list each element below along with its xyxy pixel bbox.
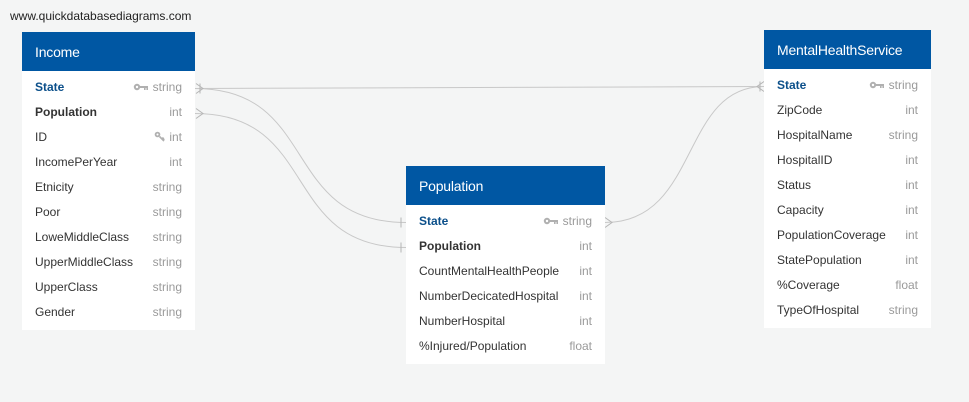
field-name: PopulationCoverage <box>777 227 886 242</box>
field-type: int <box>905 227 918 242</box>
field-name: %Injured/Population <box>419 338 527 353</box>
mental-field-hospitalname[interactable]: HospitalName string <box>764 122 931 147</box>
field-name: TypeOfHospital <box>777 302 860 317</box>
field-name: Gender <box>35 304 76 319</box>
population-table-title: Population <box>419 177 484 194</box>
mental-field-capacity[interactable]: Capacity int <box>764 197 931 222</box>
field-name: Population <box>35 104 97 119</box>
mentalhealthservice-table-title: MentalHealthService <box>777 41 903 58</box>
field-type: string <box>888 127 918 142</box>
field-type: string <box>562 213 592 228</box>
field-type: int <box>905 102 918 117</box>
field-name: StatePopulation <box>777 252 862 267</box>
field-type: string <box>152 179 182 194</box>
income-table[interactable]: Income State string Population int ID in… <box>22 32 195 330</box>
field-type: int <box>905 252 918 267</box>
field-name: NumberDecicatedHospital <box>419 288 559 303</box>
field-type: int <box>579 263 592 278</box>
field-type: int <box>169 154 182 169</box>
population-table[interactable]: Population State string Population int C… <box>406 166 605 364</box>
field-type: int <box>169 129 182 144</box>
field-type: string <box>152 254 182 269</box>
field-name: Etnicity <box>35 179 74 194</box>
field-type: float <box>569 338 592 353</box>
link-population-state-mental-state <box>604 86 765 223</box>
income-table-header[interactable]: Income <box>22 32 195 71</box>
mental-field-populationcoverage[interactable]: PopulationCoverage int <box>764 222 931 247</box>
field-type: int <box>579 288 592 303</box>
link-income-state-population-state <box>194 88 407 223</box>
income-field-lowemiddleclass[interactable]: LoweMiddleClass string <box>22 224 195 249</box>
field-type: int <box>169 104 182 119</box>
field-type: string <box>152 279 182 294</box>
mental-field-status[interactable]: Status int <box>764 172 931 197</box>
population-field-countmentalhealthpeople[interactable]: CountMentalHealthPeople int <box>406 258 605 283</box>
field-type: float <box>895 277 918 292</box>
field-name: HospitalName <box>777 127 853 142</box>
field-name: Poor <box>35 204 61 219</box>
field-type: int <box>579 313 592 328</box>
field-name: UpperClass <box>35 279 98 294</box>
key-icon <box>133 83 149 91</box>
population-field-injured-population[interactable]: %Injured/Population float <box>406 333 605 358</box>
field-name: Status <box>777 177 812 192</box>
field-type: int <box>905 202 918 217</box>
field-name: IncomePerYear <box>35 154 118 169</box>
income-field-poor[interactable]: Poor string <box>22 199 195 224</box>
field-type: string <box>152 79 182 94</box>
field-type: int <box>579 238 592 253</box>
population-field-numberdecicatedhospital[interactable]: NumberDecicatedHospital int <box>406 283 605 308</box>
income-field-uppermiddleclass[interactable]: UpperMiddleClass string <box>22 249 195 274</box>
field-type: string <box>888 302 918 317</box>
field-name: ZipCode <box>777 102 823 117</box>
income-table-title: Income <box>35 43 80 60</box>
population-field-population[interactable]: Population int <box>406 233 605 258</box>
income-field-population[interactable]: Population int <box>22 99 195 124</box>
link-income-population-population-population <box>194 113 407 248</box>
mentalhealthservice-table-header[interactable]: MentalHealthService <box>764 30 931 69</box>
mental-field-hospitalid[interactable]: HospitalID int <box>764 147 931 172</box>
population-field-numberhospital[interactable]: NumberHospital int <box>406 308 605 333</box>
field-type: string <box>888 77 918 92</box>
field-type: string <box>152 304 182 319</box>
field-name: HospitalID <box>777 152 833 167</box>
mental-field-statepopulation[interactable]: StatePopulation int <box>764 247 931 272</box>
field-type: int <box>905 177 918 192</box>
income-field-upperclass[interactable]: UpperClass string <box>22 274 195 299</box>
population-field-state[interactable]: State string <box>406 208 605 233</box>
mentalhealthservice-table[interactable]: MentalHealthService State string ZipCode… <box>764 30 931 328</box>
field-name: %Coverage <box>777 277 840 292</box>
field-name: UpperMiddleClass <box>35 254 134 269</box>
income-field-id[interactable]: ID int <box>22 124 195 149</box>
key-icon <box>154 131 166 142</box>
field-name: LoweMiddleClass <box>35 229 130 244</box>
field-name: CountMentalHealthPeople <box>419 263 560 278</box>
income-field-incomeperyear[interactable]: IncomePerYear int <box>22 149 195 174</box>
field-name: Population <box>419 238 481 253</box>
link-income-state-mental-state <box>194 86 765 89</box>
mental-field-coverage[interactable]: %Coverage float <box>764 272 931 297</box>
mental-field-state[interactable]: State string <box>764 72 931 97</box>
mental-field-zipcode[interactable]: ZipCode int <box>764 97 931 122</box>
income-field-gender[interactable]: Gender string <box>22 299 195 324</box>
field-name: NumberHospital <box>419 313 506 328</box>
field-type: string <box>152 204 182 219</box>
field-name: State <box>35 79 65 94</box>
field-name: ID <box>35 129 47 144</box>
key-icon <box>869 81 885 89</box>
field-type: int <box>905 152 918 167</box>
field-name: State <box>777 77 807 92</box>
income-field-etnicity[interactable]: Etnicity string <box>22 174 195 199</box>
key-icon <box>543 217 559 225</box>
field-name: State <box>419 213 449 228</box>
population-table-header[interactable]: Population <box>406 166 605 205</box>
income-field-state[interactable]: State string <box>22 74 195 99</box>
field-type: string <box>152 229 182 244</box>
mental-field-typeofhospital[interactable]: TypeOfHospital string <box>764 297 931 322</box>
field-name: Capacity <box>777 202 824 217</box>
